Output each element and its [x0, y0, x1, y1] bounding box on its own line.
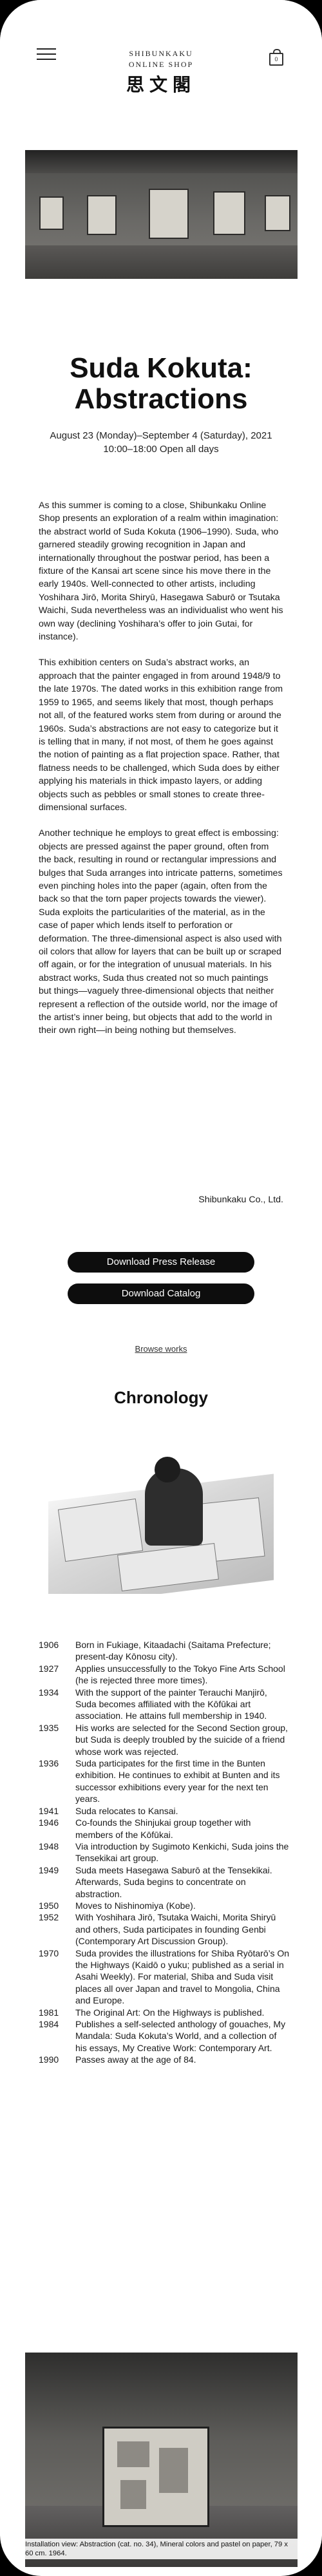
chronology-entry: 1952 With Yoshihara Jirō, Tsutaka Waichi,… — [39, 1911, 290, 1947]
title-line1: Suda Kokuta: — [70, 352, 252, 384]
chronology-text: Suda provides the illustrations for Shib… — [75, 1947, 290, 2006]
chronology-year: 1935 — [39, 1722, 59, 1733]
chronology-text: Co-founds the Shinjukai group together w… — [75, 1817, 251, 1840]
shopping-bag-icon[interactable]: 0 — [269, 49, 283, 66]
chronology-list: 1906 Born in Fukiage, Kitaadachi (Saitama… — [39, 1639, 290, 2066]
chronology-year: 1941 — [39, 1805, 59, 1816]
chronology-text: Passes away at the age of 84. — [75, 2054, 196, 2065]
chronology-year: 1970 — [39, 1947, 59, 1958]
chronology-entry: 1934 With the support of the painter Tera… — [39, 1687, 290, 1722]
chronology-year: 1934 — [39, 1687, 59, 1698]
shibunkaku-logo[interactable]: 思文閣 — [0, 71, 322, 97]
description-paragraph: As this summer is coming to a close, Shi… — [39, 500, 283, 643]
chronology-text: Applies unsuccessfully to the Tokyo Fine… — [75, 1663, 285, 1686]
chronology-text: Moves to Nishinomiya (Kobe). — [75, 1900, 196, 1911]
chronology-text: The Original Art: On the Highways is pub… — [75, 2007, 265, 2018]
chronology-year: 1990 — [39, 2054, 59, 2065]
chronology-entry: 1941 Suda relocates to Kansai. — [39, 1805, 290, 1817]
date-range: August 23 (Monday)–September 4 (Saturday… — [50, 430, 272, 441]
artist-working-photo — [48, 1443, 274, 1594]
image-caption: Installation view: Abstraction (cat. no.… — [25, 2539, 298, 2559]
chronology-entry: 1906 Born in Fukiage, Kitaadachi (Saitama… — [39, 1639, 290, 1663]
chronology-entry: 1935 His works are selected for the Secon… — [39, 1722, 290, 1757]
chronology-year: 1984 — [39, 2019, 59, 2029]
chronology-entry: 1970 Suda provides the illustrations for … — [39, 1947, 290, 2007]
browse-works-link[interactable]: Browse works — [0, 1344, 322, 1354]
chronology-entry: 1981 The Original Art: On the Highways is… — [39, 2007, 290, 2018]
chronology-text: Suda meets Hasegawa Saburō at the Tensek… — [75, 1864, 272, 1899]
chronology-year: 1950 — [39, 1900, 59, 1911]
description-paragraph: Another technique he employs to great ef… — [39, 828, 283, 1036]
chronology-year: 1946 — [39, 1817, 59, 1828]
installation-view-image — [25, 2353, 298, 2567]
chronology-entry: 1950 Moves to Nishinomiya (Kobe). — [39, 1900, 290, 1911]
chronology-text: With the support of the painter Terauchi… — [75, 1687, 267, 1721]
chronology-text: Born in Fukiage, Kitaadachi (Saitama Pre… — [75, 1640, 271, 1662]
cart-count: 0 — [274, 56, 278, 62]
page-frame: SHIBUNKAKU ONLINE SHOP 思文閣 0 Suda Kokuta… — [0, 0, 322, 2576]
chronology-entry: 1946 Co-founds the Shinjukai group togeth… — [39, 1817, 290, 1841]
exhibition-dates: August 23 (Monday)–September 4 (Saturday… — [26, 429, 296, 456]
chronology-text: With Yoshihara Jirō, Tsutaka Waichi, Mor… — [75, 1912, 276, 1947]
site-header: SHIBUNKAKU ONLINE SHOP 思文閣 0 — [0, 0, 322, 95]
chronology-year: 1906 — [39, 1640, 59, 1650]
chronology-entry: 1936 Suda participates for the first time… — [39, 1757, 290, 1805]
exhibition-title: Suda Kokuta: Abstractions — [26, 353, 296, 415]
chronology-year: 1949 — [39, 1864, 59, 1875]
chronology-entry: 1984 Publishes a self-selected anthology … — [39, 2018, 290, 2054]
download-catalog-button[interactable]: Download Catalog — [68, 1283, 254, 1304]
chronology-entry: 1948 Via introduction by Sugimoto Kenkich… — [39, 1841, 290, 1864]
chronology-text: Suda participates for the first time in … — [75, 1758, 280, 1804]
chronology-text: Suda relocates to Kansai. — [75, 1805, 178, 1816]
chronology-year: 1936 — [39, 1758, 59, 1769]
chronology-text: Via introduction by Sugimoto Kenkichi, S… — [75, 1841, 289, 1864]
chronology-entry: 1927 Applies unsuccessfully to the Tokyo … — [39, 1663, 290, 1687]
signature: Shibunkaku Co., Ltd. — [198, 1195, 283, 1205]
title-line2: Abstractions — [74, 383, 248, 415]
hero-installation-image — [25, 150, 298, 279]
opening-hours: 10:00–18:00 Open all days — [103, 444, 219, 455]
chronology-text: His works are selected for the Second Se… — [75, 1722, 288, 1757]
chronology-text: Publishes a self-selected anthology of g… — [75, 2019, 286, 2053]
chronology-year: 1952 — [39, 1912, 59, 1923]
chronology-year: 1948 — [39, 1841, 59, 1852]
description-paragraph: This exhibition centers on Suda’s abstra… — [39, 658, 283, 813]
chronology-year: 1927 — [39, 1663, 59, 1674]
chronology-year: 1981 — [39, 2007, 59, 2018]
chronology-entry: 1990 Passes away at the age of 84. — [39, 2054, 290, 2065]
chronology-heading: Chronology — [114, 1388, 208, 1407]
download-press-release-button[interactable]: Download Press Release — [68, 1252, 254, 1273]
exhibition-description: As this summer is coming to a close, Shi… — [39, 499, 283, 1050]
chronology-entry: 1949 Suda meets Hasegawa Saburō at the Te… — [39, 1864, 290, 1900]
